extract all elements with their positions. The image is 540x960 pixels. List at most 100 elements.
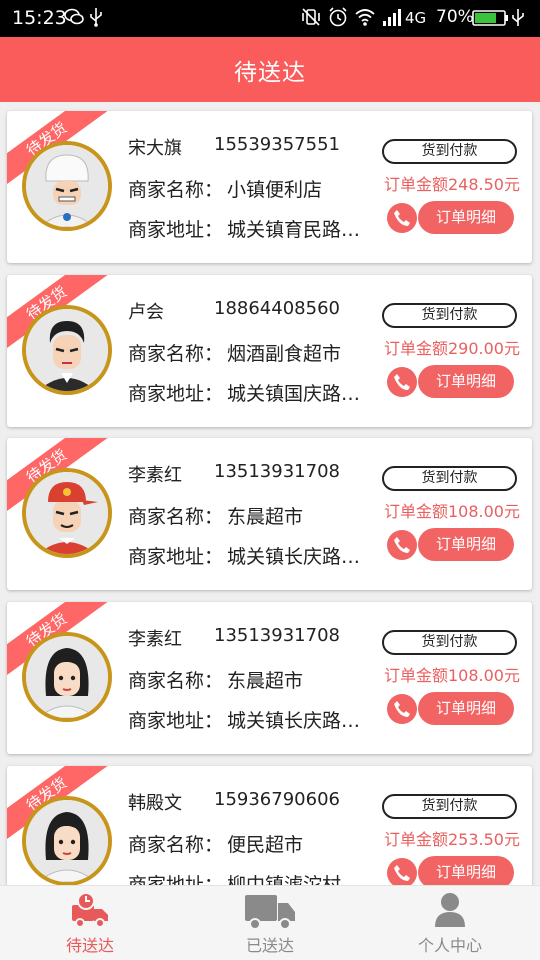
- shop-address-row: 商家地址： 城关镇国庆路…: [128, 379, 363, 406]
- battery-icon: [472, 10, 508, 26]
- person-icon: [435, 893, 465, 927]
- order-amount: 订单金额108.00元: [384, 502, 520, 521]
- bottom-tab-bar: 待送达 已送达 个人中心: [0, 885, 540, 960]
- shop-name-row: 商家名称： 便民超市: [128, 830, 303, 857]
- order-detail-button[interactable]: 订单明细: [418, 528, 514, 561]
- shop-address-value: 城关镇育民路…: [227, 219, 361, 241]
- phone-icon: [394, 701, 410, 717]
- shop-address-row: 商家地址： 城关镇育民路…: [128, 215, 363, 242]
- shop-address-label: 商家地址：: [128, 546, 224, 568]
- payment-method-badge: 货到付款: [382, 303, 517, 328]
- shop-name-row: 商家名称： 小镇便利店: [128, 175, 322, 202]
- customer-name: 李素红: [128, 465, 182, 486]
- shop-name-value: 东晨超市: [227, 670, 304, 692]
- shop-name-label: 商家名称：: [128, 343, 224, 365]
- shop-address-value: 城关镇长庆路…: [227, 710, 361, 732]
- network-type: 4G: [405, 9, 427, 27]
- tab-profile[interactable]: 个人中心: [360, 886, 540, 960]
- order-detail-button[interactable]: 订单明细: [418, 365, 514, 398]
- tab-pending-delivery[interactable]: 待送达: [0, 886, 180, 960]
- customer-name: 韩殿文: [128, 793, 182, 814]
- order-card[interactable]: 待发货 韩殿文 15936790606 商家名称： 便民超市 商家地址： 柳中镇滤沱…: [7, 766, 532, 885]
- app-header: 待送达: [0, 37, 540, 102]
- phone-icon: [394, 537, 410, 553]
- order-amount: 订单金额253.50元: [384, 830, 520, 849]
- shop-address-value: 城关镇国庆路…: [227, 383, 361, 405]
- avatar-chef-image: [26, 145, 108, 227]
- customer-phone[interactable]: 15539357551: [214, 134, 340, 155]
- order-detail-button[interactable]: 订单明细: [418, 692, 514, 725]
- order-amount: 订单金额290.00元: [384, 339, 520, 358]
- status-time: 15:23: [12, 7, 67, 29]
- avatar: [22, 468, 112, 558]
- payment-method-badge: 货到付款: [382, 794, 517, 819]
- shop-address-row: 商家地址： 城关镇长庆路…: [128, 706, 363, 733]
- call-button[interactable]: [387, 694, 417, 724]
- shop-address-value: 柳中镇滤沱村: [227, 874, 342, 885]
- shop-name-value: 小镇便利店: [227, 179, 323, 201]
- avatar: [22, 796, 112, 885]
- order-card[interactable]: 待发货 李素红 13513931708 商家名称： 东晨超市 商家地址： 城关镇长庆…: [7, 438, 532, 590]
- shop-name-row: 商家名称： 东晨超市: [128, 502, 303, 529]
- shop-name-value: 东晨超市: [227, 506, 304, 528]
- order-card[interactable]: 待发货 李素红 13513931708 商家名称： 东晨超市 商家地址： 城关镇长庆…: [7, 602, 532, 754]
- tab-label: 个人中心: [417, 936, 482, 955]
- wifi-icon: [355, 9, 375, 26]
- phone-icon: [394, 210, 410, 226]
- shop-address-row: 商家地址： 柳中镇滤沱村: [128, 870, 363, 885]
- delivery-clock-icon: [72, 892, 108, 928]
- avatar: [22, 305, 112, 395]
- mute-vibrate-icon: [302, 8, 320, 26]
- battery-percent: 70%: [436, 7, 474, 27]
- shop-name-value: 便民超市: [227, 834, 304, 856]
- customer-phone[interactable]: 15936790606: [214, 789, 340, 810]
- shop-name-label: 商家名称：: [128, 179, 224, 201]
- shop-address-label: 商家地址：: [128, 710, 224, 732]
- avatar-woman-image: [26, 636, 108, 718]
- shop-address-value: 城关镇长庆路…: [227, 546, 361, 568]
- order-amount: 订单金额248.50元: [384, 175, 520, 194]
- shop-address-label: 商家地址：: [128, 874, 224, 885]
- customer-phone[interactable]: 13513931708: [214, 461, 340, 482]
- order-detail-button[interactable]: 订单明细: [418, 201, 514, 234]
- payment-method-badge: 货到付款: [382, 630, 517, 655]
- payment-method-badge: 货到付款: [382, 139, 517, 164]
- usb-icon: [90, 8, 102, 27]
- charging-icon: [512, 9, 524, 26]
- customer-name: 宋大旗: [128, 138, 182, 159]
- shop-address-label: 商家地址：: [128, 383, 224, 405]
- avatar-suit-man-image: [26, 309, 108, 391]
- shop-address-row: 商家地址： 城关镇长庆路…: [128, 542, 363, 569]
- shop-name-label: 商家名称：: [128, 670, 224, 692]
- page-title: 待送达: [234, 60, 306, 86]
- avatar: [22, 632, 112, 722]
- call-button[interactable]: [387, 367, 417, 397]
- customer-name: 卢会: [128, 302, 164, 323]
- order-detail-button[interactable]: 订单明细: [418, 856, 514, 885]
- shop-name-label: 商家名称：: [128, 834, 224, 856]
- tab-label: 已送达: [245, 936, 294, 955]
- order-card[interactable]: 待发货 卢会 18864408560 商家名称： 烟酒副食超市 商家地址： 城关镇国…: [7, 275, 532, 427]
- status-bar: 15:23 4G 70%: [0, 0, 540, 37]
- order-card[interactable]: 待发货 宋大旗 15539357551 商家名称： 小镇便利店 商家地址： 城关镇育…: [7, 111, 532, 263]
- shop-name-row: 商家名称： 东晨超市: [128, 666, 303, 693]
- customer-phone[interactable]: 13513931708: [214, 625, 340, 646]
- customer-phone[interactable]: 18864408560: [214, 298, 340, 319]
- alarm-icon: [329, 7, 347, 27]
- tab-delivered[interactable]: 已送达: [180, 886, 360, 960]
- shop-address-label: 商家地址：: [128, 219, 224, 241]
- chat-icon: [64, 8, 84, 25]
- shop-name-label: 商家名称：: [128, 506, 224, 528]
- tab-label: 待送达: [65, 936, 114, 955]
- payment-method-badge: 货到付款: [382, 466, 517, 491]
- call-button[interactable]: [387, 203, 417, 233]
- call-button[interactable]: [387, 530, 417, 560]
- call-button[interactable]: [387, 858, 417, 885]
- order-list[interactable]: 待发货 宋大旗 15539357551 商家名称： 小镇便利店 商家地址： 城关镇育…: [0, 102, 540, 885]
- signal-icon: [383, 9, 401, 26]
- avatar: [22, 141, 112, 231]
- truck-icon: [245, 895, 295, 930]
- order-amount: 订单金额108.00元: [384, 666, 520, 685]
- avatar-cap-man-image: [26, 472, 108, 554]
- shop-name-row: 商家名称： 烟酒副食超市: [128, 339, 341, 366]
